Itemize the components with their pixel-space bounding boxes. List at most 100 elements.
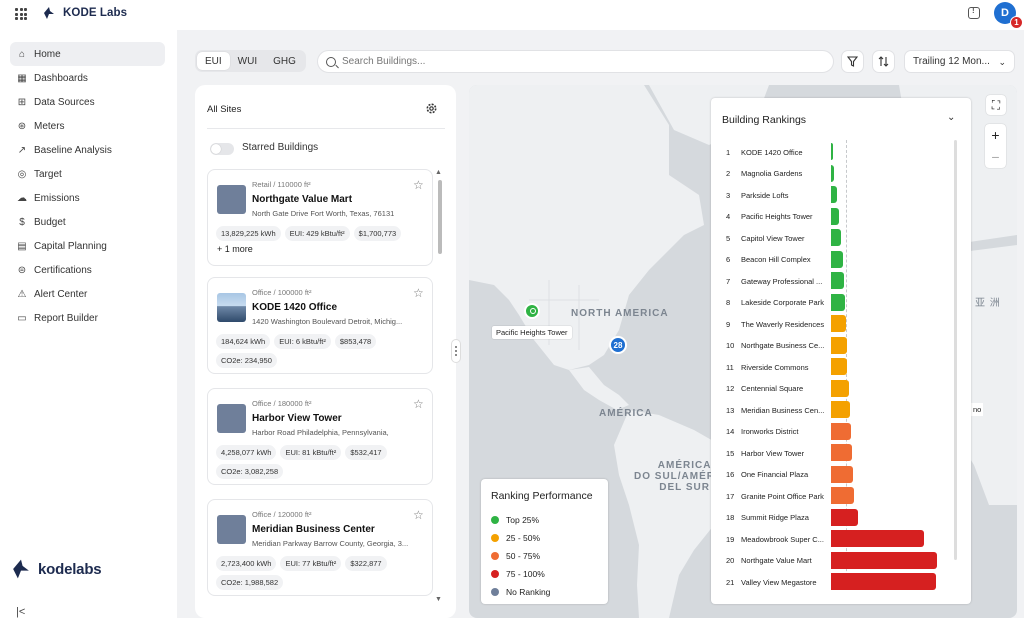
panel-resize-handle[interactable] bbox=[451, 339, 461, 363]
sidebar-item-label: Capital Planning bbox=[34, 240, 107, 252]
ranking-row[interactable]: 15 Harbor View Tower bbox=[726, 444, 966, 461]
rank-number: 21 bbox=[726, 577, 735, 587]
star-icon[interactable]: ☆ bbox=[413, 286, 424, 300]
building-card[interactable]: Office / 100000 ft² KODE 1420 Office 142… bbox=[207, 277, 433, 374]
star-icon[interactable]: ☆ bbox=[413, 508, 424, 522]
zoom-out-button[interactable]: − bbox=[985, 146, 1006, 168]
eui-chip: EUI: 429 kBtu/ft² bbox=[284, 226, 350, 241]
ranking-bar bbox=[831, 272, 844, 289]
ranking-row[interactable]: 18 Summit Ridge Plaza bbox=[726, 508, 966, 526]
map-label-asia: 亚 洲 bbox=[975, 298, 1001, 309]
ranking-row[interactable]: 10 Northgate Business Ce... bbox=[726, 336, 966, 354]
starred-toggle[interactable] bbox=[210, 143, 234, 155]
legend-label: 25 - 50% bbox=[506, 533, 541, 543]
period-dropdown[interactable]: Trailing 12 Mon... ⌄ bbox=[904, 50, 1015, 73]
ranking-bar bbox=[831, 336, 847, 354]
sidebar-item-home[interactable]: ⌂ Home bbox=[10, 42, 165, 66]
search-input[interactable] bbox=[342, 56, 822, 67]
notification-badge[interactable]: 1 bbox=[1010, 16, 1023, 29]
legend-dot bbox=[491, 552, 499, 560]
ranking-row[interactable]: 9 The Waverly Residences bbox=[726, 315, 966, 332]
sort-button[interactable] bbox=[872, 50, 895, 73]
legend-item: 75 - 100% bbox=[491, 569, 545, 579]
chevron-down-icon[interactable]: ⌄ bbox=[947, 112, 955, 123]
metric-tabs: EUI WUI GHG bbox=[195, 50, 306, 72]
ranking-bar bbox=[831, 530, 925, 547]
building-type: Office / 100000 ft² bbox=[252, 288, 312, 297]
rank-number: 12 bbox=[726, 384, 735, 393]
ranking-row[interactable]: 8 Lakeside Corporate Park bbox=[726, 293, 966, 311]
star-icon[interactable]: ☆ bbox=[413, 397, 424, 411]
ranking-bar bbox=[831, 315, 846, 332]
ranking-bar bbox=[831, 164, 835, 182]
ranking-row[interactable]: 16 One Financial Plaza bbox=[726, 465, 966, 483]
ranking-row[interactable]: 12 Centennial Square bbox=[726, 379, 966, 397]
sidebar: ⌂ Home ▦ Dashboards ⊞ Data Sources ⊛ Meters … bbox=[0, 30, 177, 618]
rank-building-name: Lakeside Corporate Park bbox=[741, 298, 824, 307]
tab-ghg[interactable]: GHG bbox=[265, 52, 304, 70]
rank-number: 17 bbox=[726, 491, 735, 501]
sidebar-item-label: Target bbox=[34, 168, 62, 180]
app-launcher-icon[interactable] bbox=[15, 8, 27, 20]
star-icon[interactable]: ☆ bbox=[413, 178, 424, 192]
ranking-row[interactable]: 2 Magnolia Gardens bbox=[726, 164, 966, 182]
sidebar-item-certifications[interactable]: ⊜ Certifications bbox=[10, 258, 165, 282]
legend-dot bbox=[491, 570, 499, 578]
rank-number: 1 bbox=[726, 147, 731, 157]
sidebar-item-target[interactable]: ◎ Target bbox=[10, 162, 165, 186]
sort-icon bbox=[878, 56, 889, 67]
sidebar-item-report-builder[interactable]: ▭ Report Builder bbox=[10, 306, 165, 330]
rank-building-name: Valley View Megastore bbox=[741, 577, 817, 587]
ranking-row[interactable]: 1 KODE 1420 Office bbox=[726, 143, 966, 160]
zoom-in-button[interactable]: + bbox=[985, 124, 1006, 146]
rank-building-name: Northgate Value Mart bbox=[741, 556, 812, 565]
ranking-bar bbox=[831, 444, 853, 461]
building-card[interactable]: Office / 120000 ft² Meridian Business Ce… bbox=[207, 499, 433, 596]
sidebar-item-budget[interactable]: $ Budget bbox=[10, 210, 165, 234]
more-link[interactable]: + 1 more bbox=[217, 244, 253, 254]
sidebar-item-data-sources[interactable]: ⊞ Data Sources bbox=[10, 90, 165, 114]
co2-chip: CO2e: 1,988,582 bbox=[216, 575, 284, 590]
building-card[interactable]: Retail / 110000 ft² Northgate Value Mart… bbox=[207, 169, 433, 266]
cost-chip: $1,700,773 bbox=[353, 226, 402, 241]
ranking-row[interactable]: 7 Gateway Professional ... bbox=[726, 272, 966, 289]
map-cluster[interactable]: 28 bbox=[609, 336, 627, 354]
ranking-row[interactable]: 21 Valley View Megastore bbox=[726, 573, 966, 590]
fullscreen-icon[interactable]: ⛶ bbox=[986, 95, 1006, 115]
ranking-row[interactable]: 14 Ironworks District bbox=[726, 422, 966, 440]
gear-icon[interactable] bbox=[425, 102, 438, 115]
building-thumbnail bbox=[217, 515, 246, 544]
filter-button[interactable] bbox=[841, 50, 864, 73]
ranking-row[interactable]: 19 Meadowbrook Super C... bbox=[726, 530, 966, 547]
scrollbar-thumb[interactable] bbox=[438, 180, 442, 254]
sidebar-item-emissions[interactable]: ☁ Emissions bbox=[10, 186, 165, 210]
scroll-up-icon[interactable]: ▲ bbox=[435, 169, 442, 176]
scroll-down-icon[interactable]: ▼ bbox=[435, 596, 442, 603]
ranking-row[interactable]: 17 Granite Point Office Park bbox=[726, 487, 966, 504]
ranking-row[interactable]: 6 Beacon Hill Complex bbox=[726, 250, 966, 268]
collapse-sidebar-icon[interactable]: |< bbox=[16, 606, 25, 618]
sidebar-item-baseline-analysis[interactable]: ↗ Baseline Analysis bbox=[10, 138, 165, 162]
ranking-row[interactable]: 4 Pacific Heights Tower bbox=[726, 207, 966, 225]
sidebar-item-dashboards[interactable]: ▦ Dashboards bbox=[10, 66, 165, 90]
sidebar-item-meters[interactable]: ⊛ Meters bbox=[10, 114, 165, 138]
building-card[interactable]: Office / 180000 ft² Harbor View Tower Ha… bbox=[207, 388, 433, 485]
building-name: Harbor View Tower bbox=[252, 413, 342, 424]
ranking-row[interactable]: 13 Meridian Business Cen... bbox=[726, 401, 966, 418]
brand-name[interactable]: KODE Labs bbox=[63, 7, 127, 19]
tab-eui[interactable]: EUI bbox=[197, 52, 230, 70]
building-address: Harbor Road Philadelphia, Pennsylvania, bbox=[252, 428, 389, 437]
ranking-row[interactable]: 11 Riverside Commons bbox=[726, 358, 966, 375]
map-view[interactable]: NORTH AMERICA AMÉRICA AMÉRICA DO SUL/AMÉ… bbox=[469, 85, 1017, 618]
ranking-bar bbox=[831, 250, 843, 268]
ranking-row[interactable]: 20 Northgate Value Mart bbox=[726, 551, 966, 569]
cost-chip: $532,417 bbox=[345, 445, 387, 460]
map-pin-green[interactable] bbox=[524, 303, 540, 319]
sidebar-item-alert-center[interactable]: ⚠ Alert Center bbox=[10, 282, 165, 306]
building-name: Meridian Business Center bbox=[252, 524, 375, 535]
tab-wui[interactable]: WUI bbox=[230, 52, 265, 70]
sidebar-item-capital-planning[interactable]: ▤ Capital Planning bbox=[10, 234, 165, 258]
ranking-row[interactable]: 5 Capitol View Tower bbox=[726, 229, 966, 246]
ranking-row[interactable]: 3 Parkside Lofts bbox=[726, 186, 966, 203]
feedback-icon[interactable] bbox=[968, 6, 980, 19]
